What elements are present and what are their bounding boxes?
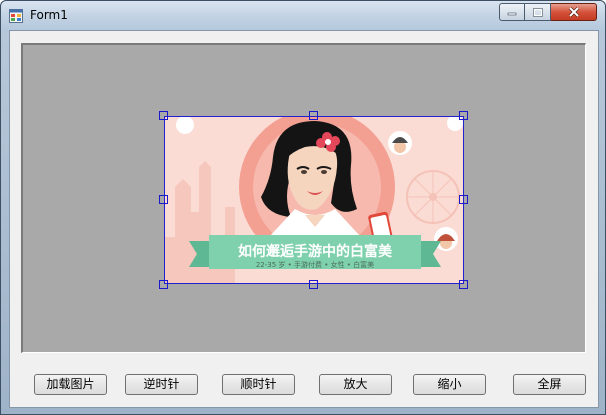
maximize-icon [532,7,543,17]
rotate-cw-button[interactable]: 顺时针 [222,374,295,395]
main-window: Form1 如何邂逅手游中的白富美 22-35 岁 • 手游付费 • 女性 • … [0,0,606,415]
close-button[interactable] [551,3,597,21]
resize-handle-middle-right[interactable] [459,195,468,204]
zoom-out-button[interactable]: 缩小 [413,374,486,395]
window-title: Form1 [30,8,68,22]
title-bar[interactable]: Form1 [1,1,605,31]
loaded-image[interactable]: 如何邂逅手游中的白富美 22-35 岁 • 手游付费 • 女性 • 白富美 [164,116,464,284]
resize-handle-bottom-left[interactable] [159,280,168,289]
form-app-icon [9,9,23,23]
resize-handle-top-center[interactable] [309,111,318,120]
image-subline: 22-35 岁 • 手游付费 • 女性 • 白富美 [255,261,375,269]
close-icon [568,7,579,17]
resize-handle-middle-left[interactable] [159,195,168,204]
zoom-in-button[interactable]: 放大 [319,374,392,395]
minimize-button[interactable] [499,3,525,21]
load-image-button[interactable]: 加载图片 [34,374,107,395]
maximize-button[interactable] [525,3,551,21]
fullscreen-button[interactable]: 全屏 [513,374,586,395]
resize-handle-bottom-center[interactable] [309,280,318,289]
form-client-area: 如何邂逅手游中的白富美 22-35 岁 • 手游付费 • 女性 • 白富美 加载… [9,30,599,408]
resize-handle-bottom-right[interactable] [459,280,468,289]
minimize-icon [507,12,517,16]
rotate-ccw-button[interactable]: 逆时针 [125,374,198,395]
resize-handle-top-right[interactable] [459,111,468,120]
image-headline: 如何邂逅手游中的白富美 [238,244,392,260]
resize-handle-top-left[interactable] [159,111,168,120]
picture-panel[interactable]: 如何邂逅手游中的白富美 22-35 岁 • 手游付费 • 女性 • 白富美 [21,43,586,353]
